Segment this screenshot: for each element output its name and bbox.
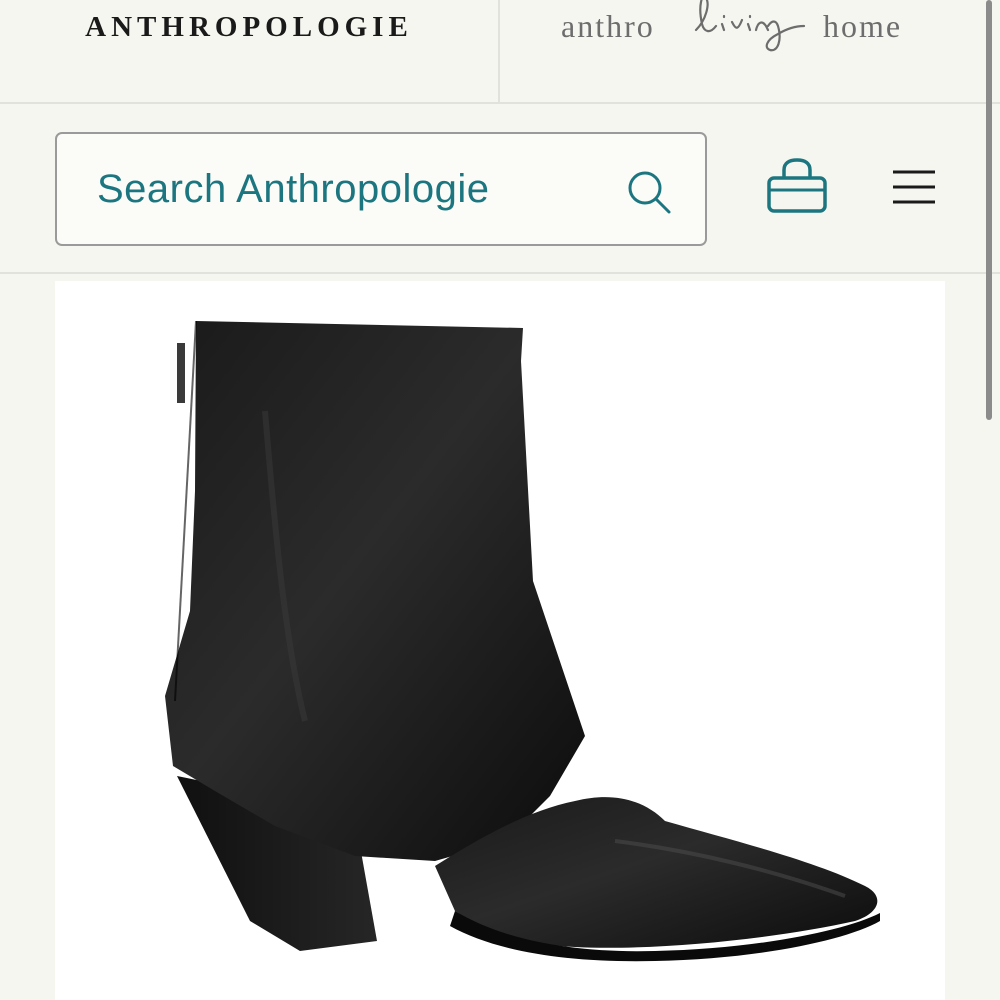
shopping-bag-icon[interactable] [766, 158, 828, 214]
living-logo-right: home [823, 8, 903, 44]
top-bar: ANTHROPOLOGIE anthro home [0, 0, 1000, 104]
product-image-boot [165, 320, 880, 962]
scrollbar[interactable] [986, 0, 992, 420]
search-icon[interactable] [625, 168, 673, 216]
anthropologie-logo: ANTHROPOLOGIE [85, 10, 413, 43]
search-input[interactable]: Search Anthropologie [55, 132, 707, 246]
anthropologie-tab[interactable]: ANTHROPOLOGIE [0, 0, 500, 102]
product-image-area[interactable] [55, 281, 945, 1000]
living-logo-left: anthro [561, 8, 655, 44]
hamburger-menu-icon[interactable] [891, 168, 937, 206]
anthroliving-logo: anthro home [561, 0, 941, 60]
living-script-logo [694, 0, 806, 52]
search-row: Search Anthropologie [0, 104, 1000, 274]
search-placeholder: Search Anthropologie [97, 167, 490, 211]
anthroliving-tab[interactable]: anthro home [502, 0, 1000, 102]
